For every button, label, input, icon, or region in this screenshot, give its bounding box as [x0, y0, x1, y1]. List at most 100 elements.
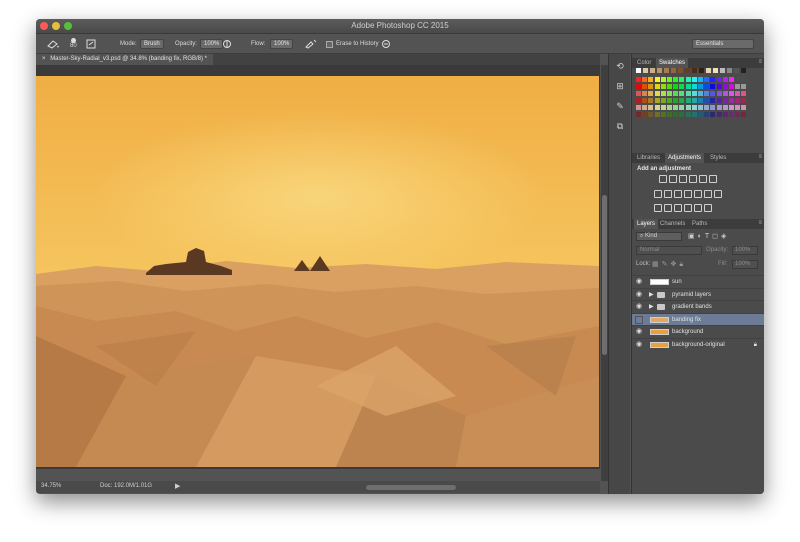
swatch[interactable]	[720, 68, 725, 73]
layer-filter-dropdown[interactable]: ⌕ Kind	[636, 232, 682, 241]
panel-menu-icon[interactable]: ≡	[758, 59, 762, 65]
swatch[interactable]	[729, 105, 734, 110]
swatch[interactable]	[735, 77, 741, 82]
document-tab[interactable]: × Master-Sky-Radial_v3.psd @ 34.8% (band…	[36, 54, 214, 65]
swatch[interactable]	[679, 84, 685, 89]
swatch[interactable]	[741, 105, 747, 110]
swatch[interactable]	[660, 77, 666, 82]
swatch[interactable]	[710, 84, 716, 89]
swatch[interactable]	[735, 98, 741, 103]
swatch[interactable]	[722, 84, 728, 89]
swatch[interactable]	[734, 68, 739, 73]
swatch[interactable]	[679, 91, 685, 96]
swatch[interactable]	[671, 68, 676, 73]
flow-input[interactable]: 100%	[270, 39, 294, 49]
swatch[interactable]	[706, 68, 711, 73]
erase-to-history-toggle[interactable]: Erase to History	[326, 38, 379, 50]
swatch[interactable]	[685, 112, 691, 117]
swatch[interactable]	[735, 91, 741, 96]
swatch[interactable]	[722, 112, 728, 117]
swatch[interactable]	[660, 98, 666, 103]
filter-pixel-icon[interactable]: ▣	[688, 233, 698, 240]
adjustment-layer-icon[interactable]	[699, 175, 707, 183]
close-tab-icon[interactable]: ×	[42, 56, 46, 62]
swatch[interactable]	[692, 68, 697, 73]
swatch[interactable]	[716, 84, 722, 89]
tab-swatches[interactable]: Swatches	[656, 58, 689, 68]
filter-smart-object-icon[interactable]: ◈	[721, 233, 729, 240]
swatch[interactable]	[679, 105, 685, 110]
swatch[interactable]	[648, 112, 654, 117]
swatch[interactable]	[673, 105, 679, 110]
fill-input[interactable]: 100%	[732, 260, 758, 269]
swatch[interactable]	[735, 84, 741, 89]
swatch[interactable]	[673, 84, 679, 89]
swatch[interactable]	[698, 98, 703, 103]
swatch[interactable]	[636, 84, 641, 89]
swatch[interactable]	[654, 91, 660, 96]
swatch[interactable]	[673, 112, 679, 117]
adjustment-layer-icon[interactable]	[674, 204, 682, 212]
swatch[interactable]	[741, 91, 747, 96]
swatch[interactable]	[685, 91, 691, 96]
airbrush-button[interactable]	[305, 38, 317, 50]
swatch[interactable]	[679, 98, 685, 103]
swatch[interactable]	[735, 112, 741, 117]
swatch[interactable]	[691, 112, 697, 117]
filter-shape-icon[interactable]: ◻	[712, 233, 721, 240]
tab-paths[interactable]: Paths	[689, 219, 710, 229]
swatch[interactable]	[710, 77, 716, 82]
swatch[interactable]	[654, 77, 660, 82]
swatch[interactable]	[648, 105, 654, 110]
adjustment-layer-icon[interactable]	[684, 190, 692, 198]
adjustment-layer-icon[interactable]	[679, 175, 687, 183]
swatch[interactable]	[704, 112, 710, 117]
swatch[interactable]	[648, 84, 654, 89]
layer-row[interactable]: ◉ ▶ pyramid layers	[632, 287, 764, 300]
layer-row[interactable]: ◉ ▶ gradient bands	[632, 300, 764, 312]
swatch[interactable]	[716, 105, 722, 110]
swatch[interactable]	[642, 91, 648, 96]
swatch[interactable]	[691, 98, 697, 103]
adjustment-layer-icon[interactable]	[684, 204, 692, 212]
swatch[interactable]	[716, 112, 722, 117]
mode-dropdown[interactable]: Brush	[140, 39, 164, 49]
swatch[interactable]	[648, 77, 654, 82]
swatch[interactable]	[636, 91, 641, 96]
visibility-eye-icon[interactable]: ◉	[635, 291, 643, 299]
brush-size-picker[interactable]: 80	[70, 38, 77, 50]
swatch[interactable]	[664, 68, 669, 73]
layer-row[interactable]: ◉ background	[632, 325, 764, 337]
tab-adjustments[interactable]: Adjustments	[665, 153, 705, 163]
zoom-level[interactable]: 34.75%	[41, 483, 61, 489]
swatch[interactable]	[660, 91, 666, 96]
status-menu-arrow-icon[interactable]: ▶	[175, 482, 180, 490]
swatch[interactable]	[685, 98, 691, 103]
swatch[interactable]	[660, 112, 666, 117]
tab-styles[interactable]: Styles	[707, 153, 729, 163]
eraser-tool-preset[interactable]	[46, 38, 60, 50]
swatch[interactable]	[667, 84, 672, 89]
tab-libraries[interactable]: Libraries	[634, 153, 663, 163]
swatch[interactable]	[710, 91, 716, 96]
adjustment-layer-icon[interactable]	[689, 175, 697, 183]
expand-group-icon[interactable]: ▶	[649, 301, 654, 313]
swatch[interactable]	[704, 105, 710, 110]
swatch[interactable]	[722, 91, 728, 96]
panel-menu-icon[interactable]: ≡	[758, 220, 762, 226]
visibility-eye-icon[interactable]: ◉	[635, 278, 643, 286]
swatch[interactable]	[741, 112, 747, 117]
adjustment-layer-icon[interactable]	[664, 190, 672, 198]
adjustment-layer-icon[interactable]	[654, 190, 662, 198]
adjustment-layer-icon[interactable]	[659, 175, 667, 183]
swatch[interactable]	[710, 105, 716, 110]
adjustment-layer-icon[interactable]	[664, 204, 672, 212]
swatch[interactable]	[685, 77, 691, 82]
swatch[interactable]	[667, 91, 672, 96]
swatch[interactable]	[636, 77, 641, 82]
swatch[interactable]	[650, 68, 655, 73]
swatch[interactable]	[704, 91, 710, 96]
visibility-eye-icon[interactable]: ◉	[635, 341, 643, 349]
swatch[interactable]	[704, 98, 710, 103]
visibility-eye-icon[interactable]: ◉	[635, 328, 643, 336]
